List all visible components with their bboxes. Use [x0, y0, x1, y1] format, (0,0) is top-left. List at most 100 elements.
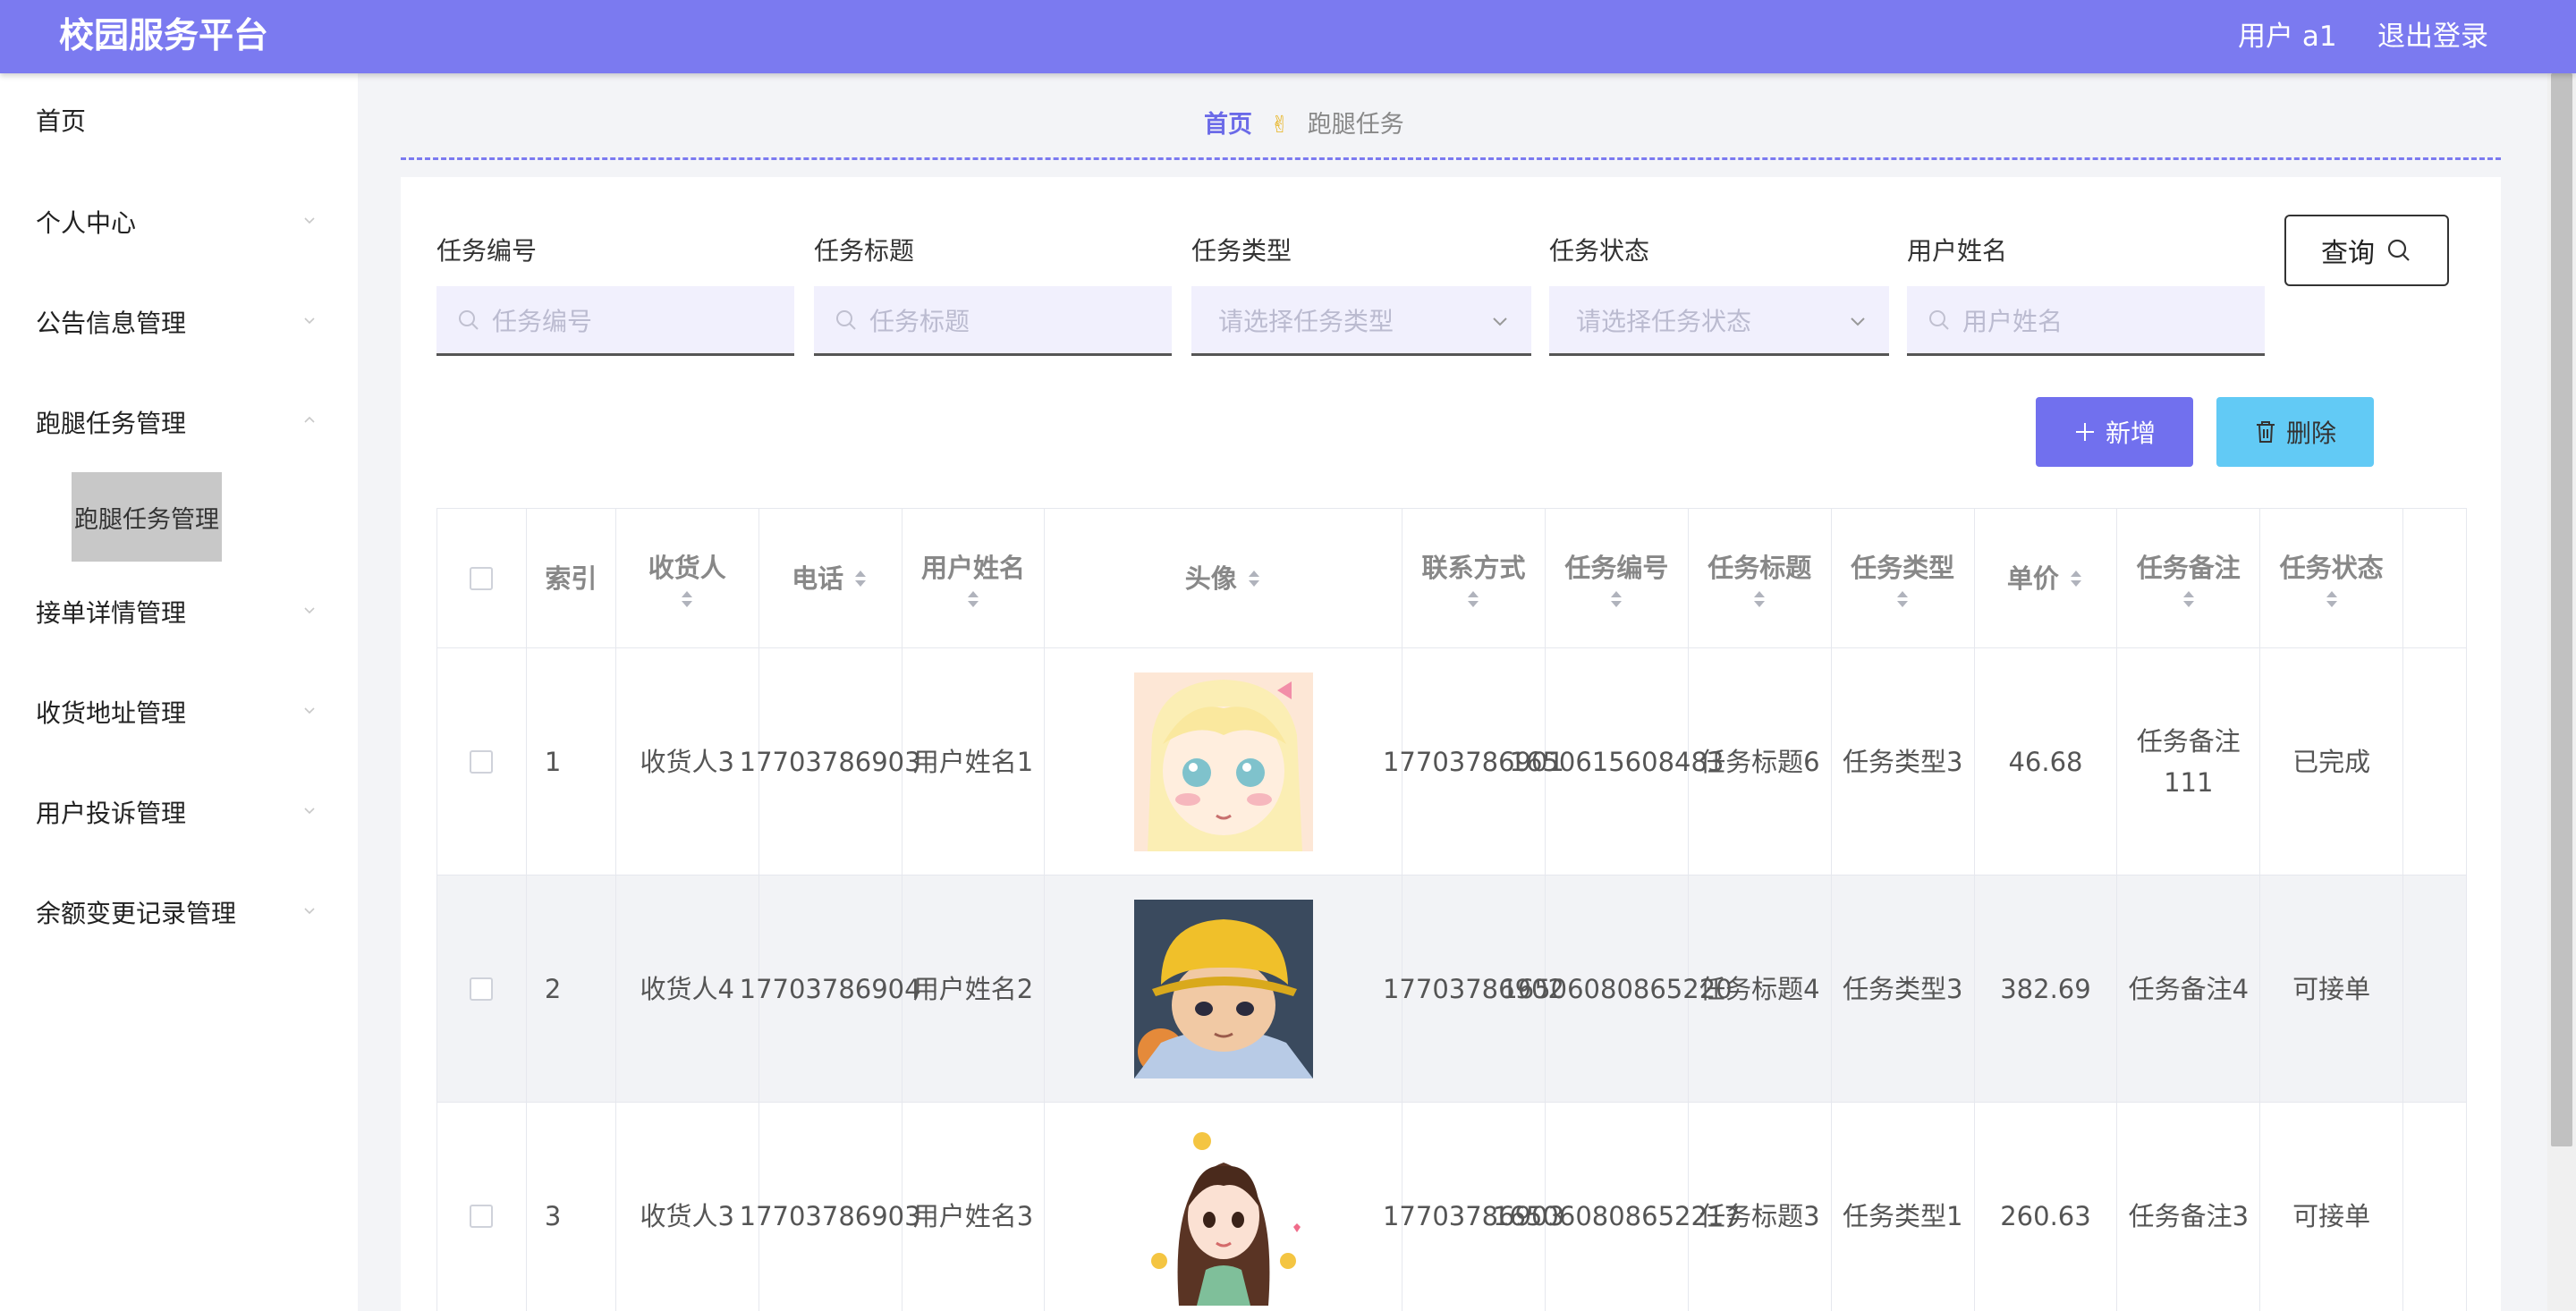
header-select-all-cell [437, 509, 527, 647]
cell-receiver: 收货人3 [616, 1103, 759, 1311]
breadcrumb-current: 跑腿任务 [1307, 111, 1404, 139]
search-icon [1929, 309, 1949, 330]
app-logo-title: 校园服务平台 [59, 16, 269, 56]
query-button-label: 查询 [2321, 238, 2375, 269]
header-price-label: 单价 [2006, 562, 2059, 594]
avatar-anime-girl-blonde[interactable] [1133, 672, 1313, 851]
header-task-remark-label: 任务备注 [2136, 552, 2241, 583]
task-title-placeholder: 任务标题 [869, 306, 970, 336]
header-phone[interactable]: 电话 [759, 509, 902, 647]
cell-price: 46.68 [1975, 648, 2118, 875]
header-username-label: 用户姓名 [920, 552, 1025, 583]
cell-task-status: 可接单 [2260, 1103, 2404, 1311]
header-index: 索引 [527, 509, 616, 647]
delete-button[interactable]: 删除 [2216, 397, 2374, 467]
username-placeholder: 用户姓名 [1962, 306, 2063, 336]
cell-task-remark: 任务备注3 [2117, 1103, 2261, 1311]
sidebar-item-order-detail-management[interactable]: 接单详情管理 [36, 596, 186, 631]
header-contact[interactable]: 联系方式 [1402, 509, 1546, 647]
header-task-remark[interactable]: 任务备注 [2117, 509, 2261, 647]
page-scrollbar-thumb[interactable] [2551, 73, 2572, 1146]
chevron-down-icon [1851, 317, 1865, 326]
sort-icon[interactable] [679, 588, 695, 610]
chevron-down-icon [302, 903, 317, 918]
task-table: 索引 收货人 电话 用户姓名 头像 联系方式 任务编号 任务标题 任务类型 单价… [436, 508, 2467, 1311]
task-type-placeholder: 请选择任务类型 [1218, 306, 1394, 336]
cell-price: 260.63 [1975, 1103, 2118, 1311]
sort-icon[interactable] [1465, 588, 1481, 610]
cell-task-no: 16506080865220 [1501, 875, 1733, 1102]
sort-icon[interactable] [1608, 588, 1624, 610]
breadcrumb-home[interactable]: 首页 [1204, 107, 1252, 143]
avatar-anime-boy-yellow-hat[interactable] [1133, 899, 1313, 1078]
table-row: 1 收货人3 17703786903 用户姓名1 17703786901 165… [437, 648, 2466, 875]
table-header-row: 索引 收货人 电话 用户姓名 头像 联系方式 任务编号 任务标题 任务类型 单价… [437, 509, 2466, 648]
header-username[interactable]: 用户姓名 [902, 509, 1046, 647]
header-task-type[interactable]: 任务类型 [1832, 509, 1975, 647]
task-status-label: 任务状态 [1549, 236, 1650, 266]
header-avatar[interactable]: 头像 [1045, 509, 1403, 647]
breadcrumb-divider [401, 157, 2501, 160]
header-task-type-label: 任务类型 [1851, 552, 1955, 583]
logout-link[interactable]: 退出登录 [2377, 18, 2488, 55]
header-task-no[interactable]: 任务编号 [1546, 509, 1689, 647]
sidebar-item-home[interactable]: 首页 [36, 104, 86, 140]
sort-icon[interactable] [2068, 568, 2084, 589]
header-task-title-label: 任务标题 [1707, 552, 1812, 583]
header-contact-label: 联系方式 [1421, 552, 1526, 583]
task-no-input[interactable]: 任务编号 [436, 286, 794, 356]
sort-icon[interactable] [1894, 588, 1911, 610]
task-title-label: 任务标题 [814, 236, 915, 266]
sidebar-item-address-management[interactable]: 收货地址管理 [36, 696, 186, 732]
select-all-checkbox[interactable] [470, 566, 494, 590]
sort-icon[interactable] [965, 588, 981, 610]
trash-icon [2256, 421, 2275, 443]
sort-icon[interactable] [852, 568, 869, 589]
cell-task-status: 已完成 [2260, 648, 2404, 875]
sidebar-item-personal-center[interactable]: 个人中心 [36, 206, 136, 241]
cell-task-title: 任务标题4 [1689, 875, 1832, 1102]
sort-icon[interactable] [2181, 588, 2197, 610]
task-type-select[interactable]: 请选择任务类型 [1191, 286, 1531, 356]
search-icon [2387, 239, 2410, 261]
current-user-label: 用户 a1 [2238, 21, 2337, 53]
chevron-down-icon [302, 213, 317, 227]
query-button[interactable]: 查询 [2284, 215, 2449, 286]
cell-actions [2403, 1103, 2466, 1311]
row-select-cell [437, 648, 527, 875]
header-price[interactable]: 单价 [1975, 509, 2118, 647]
cell-task-type: 任务类型3 [1832, 875, 1975, 1102]
sidebar-item-errand-task-management[interactable]: 跑腿任务管理 [36, 406, 186, 442]
row-checkbox[interactable] [470, 1204, 494, 1228]
table-row: 3 收货人3 17703786903 用户姓名3 17703786903 165… [437, 1103, 2466, 1311]
sidebar-item-balance-record-management[interactable]: 余额变更记录管理 [36, 896, 236, 932]
row-checkbox[interactable] [470, 977, 494, 1001]
submenu-item-errand-task-management[interactable]: 跑腿任务管理 [72, 472, 222, 562]
sort-icon[interactable] [1751, 588, 1767, 610]
cell-username: 用户姓名2 [902, 875, 1046, 1102]
cell-index: 2 [527, 875, 616, 1102]
sort-icon[interactable] [1246, 568, 1262, 589]
header-task-status[interactable]: 任务状态 [2260, 509, 2404, 647]
sidebar-item-complaint-management[interactable]: 用户投诉管理 [36, 796, 186, 832]
search-icon [459, 309, 479, 330]
header-task-title[interactable]: 任务标题 [1689, 509, 1832, 647]
task-title-input[interactable]: 任务标题 [814, 286, 1172, 356]
header-phone-label: 电话 [792, 562, 844, 594]
cell-avatar [1045, 648, 1402, 875]
sidebar-item-notice-management[interactable]: 公告信息管理 [36, 306, 186, 342]
header-receiver[interactable]: 收货人 [616, 509, 759, 647]
sort-icon[interactable] [2324, 588, 2340, 610]
username-input[interactable]: 用户姓名 [1907, 286, 2265, 356]
avatar-cartoon-girl-brown-hair[interactable] [1133, 1126, 1313, 1306]
cell-task-type: 任务类型3 [1832, 648, 1975, 875]
cell-price: 382.69 [1975, 875, 2118, 1102]
add-button[interactable]: 新增 [2036, 397, 2193, 467]
table-row: 2 收货人4 17703786904 用户姓名2 17703786902 165… [437, 875, 2466, 1103]
cell-receiver: 收货人4 [616, 875, 759, 1102]
breadcrumb: 首页 ✌ 跑腿任务 [1204, 107, 1404, 143]
header-actions-cell [2403, 509, 2466, 647]
row-checkbox[interactable] [470, 749, 494, 774]
sidebar: 首页 个人中心 公告信息管理 跑腿任务管理 跑腿任务管理 接单详情管理 收货地址… [0, 73, 358, 1311]
task-status-select[interactable]: 请选择任务状态 [1549, 286, 1889, 356]
